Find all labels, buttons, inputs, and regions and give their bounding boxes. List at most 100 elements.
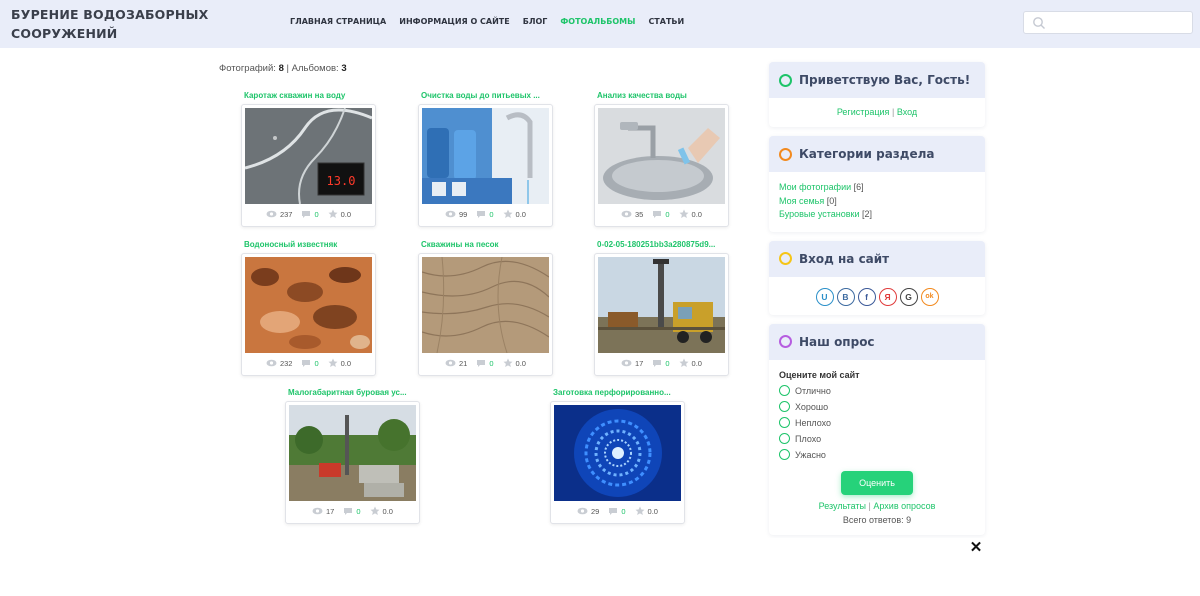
star-icon	[503, 358, 513, 367]
photo-thumbnail[interactable]	[422, 257, 549, 353]
photo-frame: 29 0 0.0	[550, 401, 685, 524]
ucoz-login-icon[interactable]: U	[815, 287, 834, 306]
comments-counter[interactable]: 0	[476, 359, 494, 368]
comment-icon	[477, 359, 486, 367]
nav-item-blog[interactable]: БЛОГ	[523, 17, 548, 26]
star-icon	[679, 209, 689, 218]
category-count: [2]	[862, 209, 873, 219]
eye-icon	[445, 359, 456, 367]
comments-count: 0	[665, 358, 670, 368]
radio-button[interactable]	[779, 449, 790, 460]
search-icon[interactable]	[1032, 16, 1046, 30]
comments-counter[interactable]: 0	[652, 358, 670, 368]
photo-title[interactable]: Заготовка перфорированно...	[550, 388, 685, 400]
photo-meta: 29 0 0.0	[554, 501, 681, 521]
nav-item-about[interactable]: ИНФОРМАЦИЯ О САЙТЕ	[399, 17, 509, 26]
poll-option[interactable]: Ужасно	[779, 447, 975, 463]
poll-block: Наш опрос Оцените мой сайт Отлично Хорош…	[769, 323, 985, 535]
photo-title[interactable]: Очистка воды до питьевых ...	[418, 91, 553, 103]
poll-option-label: Хорошо	[795, 401, 829, 412]
rating-counter: 0.0	[370, 506, 393, 516]
photo-thumbnail[interactable]	[422, 108, 549, 204]
comment-icon	[344, 507, 353, 515]
photo-thumbnail[interactable]	[554, 405, 681, 501]
star-icon	[328, 358, 338, 367]
radio-button[interactable]	[779, 401, 790, 412]
poll-body: Оцените мой сайт Отлично Хорошо Неплохо …	[769, 360, 985, 535]
poll-archive-link[interactable]: Архив опросов	[873, 501, 935, 511]
nav-item-photoalbums[interactable]: ФОТОАЛЬБОМЫ	[560, 17, 635, 26]
photo-frame: 17 0 0.0	[594, 253, 729, 376]
photo-title[interactable]: Водоносный известняк	[241, 240, 376, 252]
google-login-icon[interactable]: G	[899, 287, 918, 306]
poll-header: Наш опрос	[769, 323, 985, 360]
rating-value: 0.0	[691, 358, 702, 368]
radio-button[interactable]	[779, 385, 790, 396]
photo-thumbnail[interactable]: 13.0	[245, 108, 372, 204]
comments-counter[interactable]: 0	[301, 359, 319, 368]
eye-icon	[577, 507, 588, 515]
photo-thumbnail[interactable]	[289, 405, 416, 501]
login-header: Вход на сайт	[769, 240, 985, 277]
comments-counter[interactable]: 0	[652, 210, 670, 219]
login-link[interactable]: Вход	[897, 107, 917, 117]
poll-option[interactable]: Отлично	[779, 383, 975, 399]
photo-meta: 232 0 0.0	[245, 353, 372, 373]
search-box[interactable]	[1023, 11, 1193, 34]
register-link[interactable]: Регистрация	[837, 107, 890, 117]
comments-counter[interactable]: 0	[343, 506, 361, 516]
category-link[interactable]: Мои фотографии	[779, 182, 851, 192]
vk-login-icon[interactable]: B	[836, 287, 855, 306]
rating-counter: 0.0	[503, 358, 526, 368]
yandex-login-icon[interactable]: Я	[878, 287, 897, 306]
comments-count: 0	[356, 506, 361, 516]
photo-thumbnail[interactable]	[245, 257, 372, 353]
eye-icon	[266, 210, 277, 218]
poll-links-separator: |	[868, 500, 871, 511]
photo-thumbnail[interactable]	[598, 257, 725, 353]
photo-title[interactable]: Каротаж скважин на воду	[241, 91, 376, 103]
photo-thumbnail[interactable]	[598, 108, 725, 204]
greeting-separator: |	[891, 107, 895, 117]
comments-counter[interactable]: 0	[476, 210, 494, 219]
purple-ring-icon	[779, 335, 792, 348]
category-link[interactable]: Буровые установки	[779, 209, 860, 219]
radio-button[interactable]	[779, 433, 790, 444]
photo-title[interactable]: Малогабаритная буровая ус...	[285, 388, 420, 400]
photo-title[interactable]: Скважины на песок	[418, 240, 553, 252]
comments-count: 0	[621, 506, 626, 516]
category-item: Моя семья [0]	[779, 195, 975, 209]
comments-counter[interactable]: 0	[301, 210, 319, 219]
photo-title[interactable]: Анализ качества воды	[594, 91, 729, 103]
odnoklassniki-login-icon[interactable]: ok	[920, 287, 939, 306]
views-count: 232	[279, 358, 293, 368]
comment-icon	[302, 210, 311, 218]
radio-button[interactable]	[779, 417, 790, 428]
photo-card: Каротаж скважин на воду 13.0 237 0 0.0	[241, 91, 376, 227]
nav-item-home[interactable]: ГЛАВНАЯ СТРАНИЦА	[290, 17, 386, 26]
photo-meta: 21 0 0.0	[422, 353, 549, 373]
facebook-login-icon[interactable]: f	[857, 287, 876, 306]
views-count: 29	[591, 506, 600, 516]
vote-button[interactable]: Оценить	[841, 470, 913, 495]
search-input[interactable]	[1050, 15, 1188, 31]
orange-ring-icon	[779, 147, 792, 161]
poll-results-link[interactable]: Результаты	[819, 501, 866, 511]
rating-value: 0.0	[515, 358, 526, 368]
nav-item-articles[interactable]: СТАТЬИ	[648, 17, 684, 26]
poll-option[interactable]: Неплохо	[779, 415, 975, 431]
greeting-block: Приветствую Вас, Гость! Регистрация | Вх…	[769, 62, 985, 127]
site-title[interactable]: БУРЕНИЕ ВОДОЗАБОРНЫХ СООРУЖЕНИЙ	[11, 5, 241, 43]
yellow-ring-icon	[779, 252, 792, 265]
category-link[interactable]: Моя семья	[779, 196, 824, 206]
comments-counter[interactable]: 0	[608, 506, 626, 516]
photo-card: Малогабаритная буровая ус... 17 0 0.0	[285, 388, 420, 524]
photo-title[interactable]: 0-02-05-180251bb3a280875d9...	[594, 240, 729, 252]
photo-frame: 17 0 0.0	[285, 401, 420, 524]
poll-option[interactable]: Хорошо	[779, 399, 975, 415]
comment-icon	[302, 359, 311, 367]
social-login-list: U B f Я G ok	[779, 286, 975, 306]
poll-option[interactable]: Плохо	[779, 431, 975, 447]
close-icon[interactable]: ✕	[968, 540, 984, 556]
categories-title: Категории раздела	[799, 147, 935, 161]
